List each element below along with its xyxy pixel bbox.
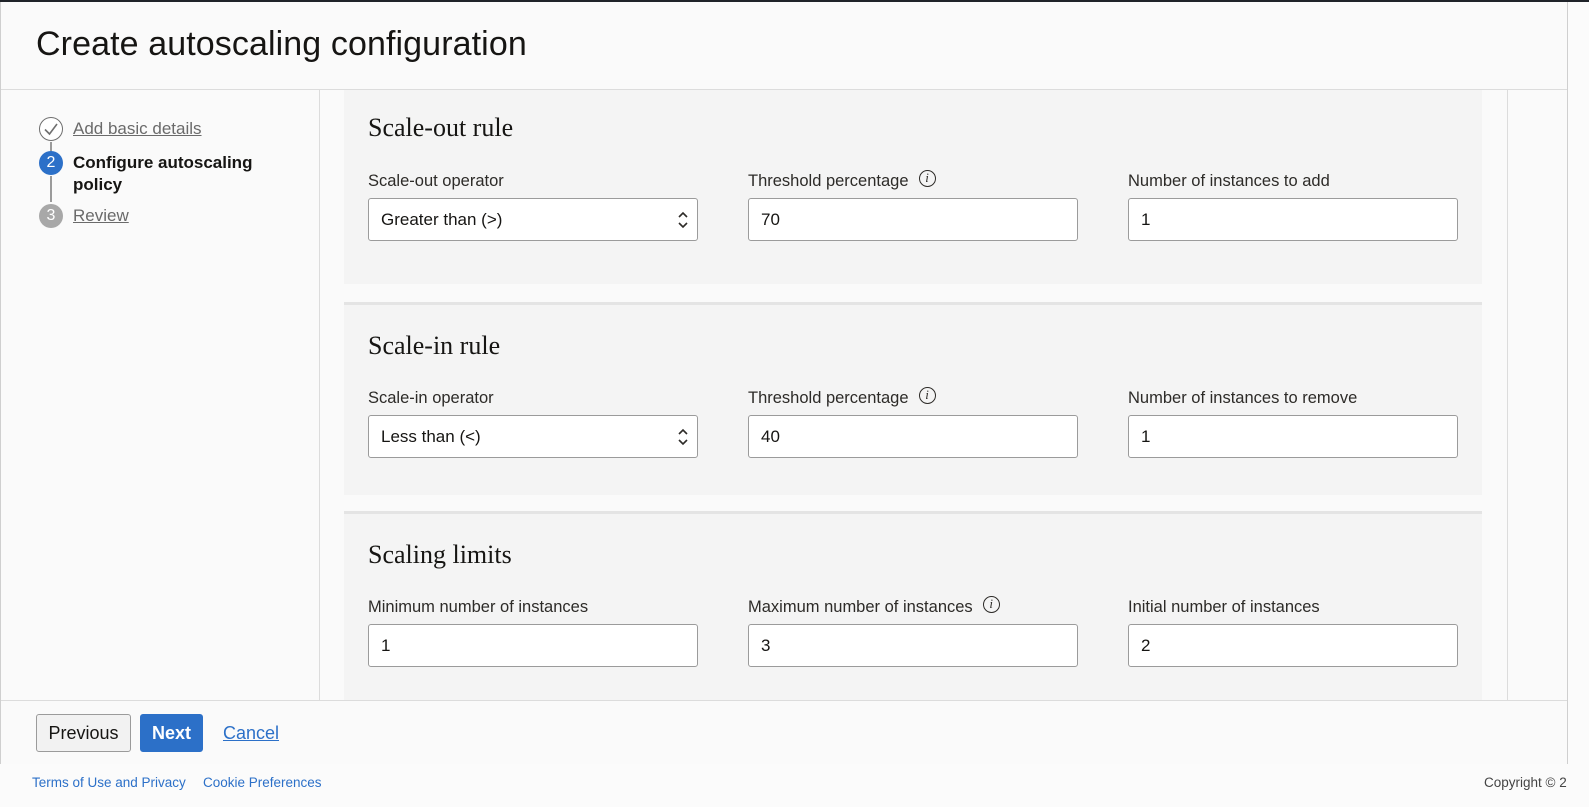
cancel-link[interactable]: Cancel — [223, 714, 279, 752]
step-review[interactable]: 3 Review — [39, 204, 129, 228]
next-button[interactable]: Next — [140, 714, 203, 752]
section-title: Scaling limits — [368, 540, 512, 569]
initial-instances-field: Initial number of instances 2 — [1128, 596, 1458, 667]
step-label[interactable]: Add basic details — [73, 118, 202, 140]
max-instances-input[interactable]: 3 — [748, 624, 1078, 667]
instances-to-add-input[interactable]: 1 — [1128, 198, 1458, 241]
wizard-content: Scale-out rule Scale-out operator Greate… — [320, 90, 1507, 700]
scale-in-operator-select[interactable]: Less than (<) — [368, 415, 698, 458]
chevron-up-down-icon — [678, 211, 688, 229]
select-value: Greater than (>) — [381, 209, 503, 229]
field-label: Number of instances to remove — [1128, 388, 1358, 407]
scale-in-section: Scale-in rule Scale-in operator Less tha… — [344, 302, 1482, 495]
max-instances-field: Maximum number of instances i 3 — [748, 595, 1078, 667]
info-icon[interactable]: i — [918, 386, 936, 404]
section-title: Scale-out rule — [368, 113, 514, 142]
select-value: Less than (<) — [381, 426, 481, 446]
scale-out-operator-select[interactable]: Greater than (>) — [368, 198, 698, 241]
field-label: Threshold percentage — [748, 388, 909, 407]
wizard-footer: Previous Next Cancel — [1, 700, 1567, 765]
page-footer: Terms of Use and Privacy Cookie Preferen… — [0, 764, 1589, 807]
terms-link[interactable]: Terms of Use and Privacy — [32, 775, 186, 790]
step-number-badge: 3 — [39, 204, 63, 228]
instances-to-remove-field: Number of instances to remove 1 — [1128, 387, 1458, 458]
initial-instances-input[interactable]: 2 — [1128, 624, 1458, 667]
previous-button[interactable]: Previous — [36, 714, 131, 752]
wizard-header: Create autoscaling configuration — [1, 2, 1567, 90]
field-label: Minimum number of instances — [368, 597, 589, 616]
step-number-badge: 2 — [39, 151, 63, 175]
step-add-basic-details[interactable]: Add basic details — [39, 117, 202, 141]
check-icon — [39, 117, 63, 141]
scaling-limits-section: Scaling limits Minimum number of instanc… — [344, 511, 1482, 700]
field-label: Number of instances to add — [1128, 171, 1330, 190]
scale-in-threshold-input[interactable]: 40 — [748, 415, 1078, 458]
wizard-panel: Create autoscaling configuration Add bas… — [0, 2, 1568, 765]
field-label: Threshold percentage — [748, 171, 909, 190]
page-title: Create autoscaling configuration — [36, 25, 527, 63]
scale-out-threshold-field: Threshold percentage i 70 — [748, 169, 1078, 241]
step-label: Configure autoscaling policy — [73, 153, 253, 194]
content-divider — [1507, 90, 1508, 700]
section-title: Scale-in rule — [368, 331, 501, 360]
info-icon[interactable]: i — [982, 595, 1000, 613]
info-icon[interactable]: i — [918, 169, 936, 187]
min-instances-input[interactable]: 1 — [368, 624, 698, 667]
chevron-up-down-icon — [678, 428, 688, 446]
copyright-text: Copyright © 2 — [1484, 775, 1567, 790]
step-label[interactable]: Review — [73, 205, 129, 227]
instances-to-add-field: Number of instances to add 1 — [1128, 170, 1458, 241]
min-instances-field: Minimum number of instances 1 — [368, 596, 698, 667]
scale-out-operator-field: Scale-out operator Greater than (>) — [368, 170, 698, 241]
scale-out-threshold-input[interactable]: 70 — [748, 198, 1078, 241]
wizard-steps-nav: Add basic details 2 Configure autoscalin… — [1, 90, 320, 700]
field-label: Scale-in operator — [368, 388, 494, 407]
cookie-preferences-link[interactable]: Cookie Preferences — [203, 775, 322, 790]
field-label: Scale-out operator — [368, 171, 504, 190]
scale-out-section: Scale-out rule Scale-out operator Greate… — [344, 90, 1482, 284]
scale-in-threshold-field: Threshold percentage i 40 — [748, 386, 1078, 458]
instances-to-remove-input[interactable]: 1 — [1128, 415, 1458, 458]
field-label: Maximum number of instances — [748, 597, 973, 616]
scale-in-operator-field: Scale-in operator Less than (<) — [368, 387, 698, 458]
step-configure-policy[interactable]: 2 Configure autoscaling policy — [39, 151, 273, 196]
field-label: Initial number of instances — [1128, 597, 1320, 616]
